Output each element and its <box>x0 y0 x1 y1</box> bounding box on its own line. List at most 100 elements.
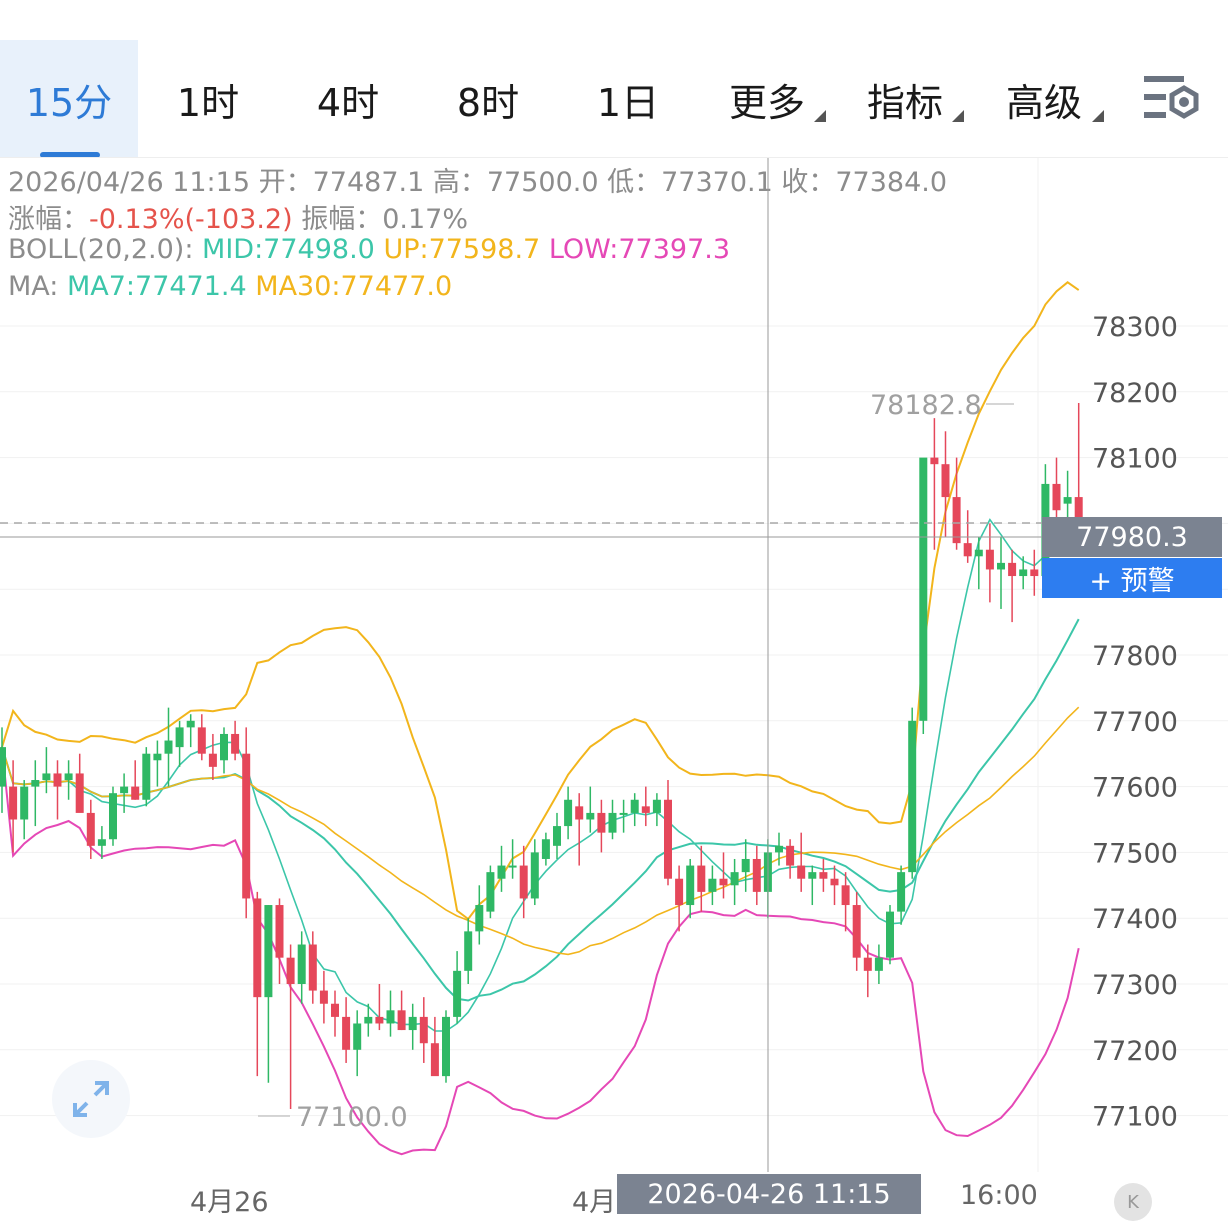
candle-body <box>486 872 495 912</box>
candle-body <box>697 865 706 892</box>
candle-body <box>453 970 462 1017</box>
candle-body <box>64 773 73 781</box>
candle-body <box>0 747 6 787</box>
ma7-line <box>1 518 1079 1032</box>
candle-body <box>1052 483 1061 511</box>
price-axis-label: 78100 <box>1092 444 1178 475</box>
candle-body <box>930 457 939 465</box>
candle-body <box>1008 562 1017 577</box>
price-alert-button[interactable]: + 预警 <box>1042 558 1222 598</box>
candle-body <box>641 806 650 813</box>
candle-body <box>564 799 573 827</box>
candle-body <box>719 878 728 886</box>
boll-mid-line <box>1 618 1080 1002</box>
candle-body <box>963 543 972 557</box>
candle-body <box>253 898 262 998</box>
candle-body <box>342 1016 351 1050</box>
candle-body <box>819 872 828 879</box>
candle-body <box>863 957 872 971</box>
candle-body <box>830 878 839 886</box>
price-axis-label: 77600 <box>1092 773 1178 804</box>
candle-body <box>686 865 695 906</box>
candle-body <box>286 957 295 984</box>
high-price-marker: 78182.8 <box>870 390 982 421</box>
candle-body <box>675 878 684 906</box>
boll-upper-line <box>1 281 1080 921</box>
candle-body <box>31 780 40 787</box>
candle-body <box>608 812 617 833</box>
candle-body <box>353 1023 362 1050</box>
price-axis-label: 77500 <box>1092 838 1178 869</box>
candle-body <box>497 865 506 879</box>
candle-body <box>985 549 994 570</box>
candle-body <box>575 806 584 820</box>
candle-body <box>442 1016 450 1077</box>
candle-body <box>231 733 240 754</box>
candle-body <box>852 905 861 958</box>
candle-body <box>364 1016 373 1024</box>
k-button[interactable]: K <box>1114 1183 1152 1221</box>
candle-body <box>475 905 484 932</box>
current-price-tag: 77980.3 <box>1042 517 1222 557</box>
crosshair-time-tag: 2026-04-26 11:15 <box>617 1174 921 1214</box>
boll-lower-line <box>1 746 1080 1156</box>
candle-body <box>908 720 917 873</box>
candle-body <box>519 865 528 899</box>
candle-body <box>597 812 606 833</box>
price-axis-label: 77700 <box>1092 707 1178 738</box>
low-price-marker: 77100.0 <box>296 1102 408 1133</box>
candle-body <box>75 773 84 813</box>
candle-body <box>874 957 883 971</box>
candle-body <box>919 457 928 721</box>
candle-body <box>97 839 106 846</box>
candle-body <box>142 753 151 800</box>
candle-body <box>9 786 18 820</box>
candle-body <box>797 865 806 879</box>
candle-body <box>619 812 628 815</box>
candle-body <box>897 872 906 912</box>
candle-body <box>541 839 550 859</box>
candle-body <box>1030 569 1039 577</box>
candle-body <box>997 562 1005 570</box>
candle-body <box>941 464 950 498</box>
candle-body <box>630 799 639 813</box>
candle-body <box>664 799 672 879</box>
candle-body <box>386 1010 395 1024</box>
candle-body <box>275 905 284 958</box>
candle-body <box>419 1016 428 1044</box>
candle-body <box>186 720 195 728</box>
price-axis-label: 78300 <box>1092 312 1178 343</box>
price-axis-label: 78200 <box>1092 378 1178 409</box>
expand-icon <box>73 1081 109 1117</box>
candle-body <box>86 812 95 846</box>
candle-body <box>175 727 184 748</box>
price-axis-label: 77100 <box>1092 1102 1178 1133</box>
candle-body <box>242 753 251 899</box>
fullscreen-button[interactable] <box>52 1060 130 1138</box>
candle-body <box>297 944 306 984</box>
candle-body <box>430 1043 439 1077</box>
candle-body <box>53 773 62 787</box>
candle-body <box>42 773 51 781</box>
x-axis-label-left: 4月26 <box>190 1187 269 1218</box>
candle-body <box>464 931 473 971</box>
candle-body <box>553 826 561 846</box>
candles <box>0 402 1083 1110</box>
chart-overlays: 78182.8 77100.0 <box>0 158 1042 1172</box>
candle-body <box>786 845 795 866</box>
candle-body <box>974 549 983 557</box>
candle-body <box>530 852 539 899</box>
candle-body <box>1063 497 1072 504</box>
candle-body <box>319 990 328 1004</box>
candle-body <box>752 858 761 892</box>
candle-body <box>220 733 228 761</box>
candle-body <box>741 858 750 873</box>
price-axis-label: 77200 <box>1092 1036 1178 1067</box>
candle-body <box>153 753 162 761</box>
candlestick-chart[interactable]: 78300 78200 78100 77800 77700 77600 77500 77400… <box>0 0 1228 1213</box>
candle-body <box>708 878 717 892</box>
chart-grid <box>0 158 1228 1172</box>
candle-body <box>730 872 739 886</box>
price-axis-label: 77400 <box>1092 904 1178 935</box>
x-axis-label-right: 16:00 <box>960 1180 1038 1211</box>
